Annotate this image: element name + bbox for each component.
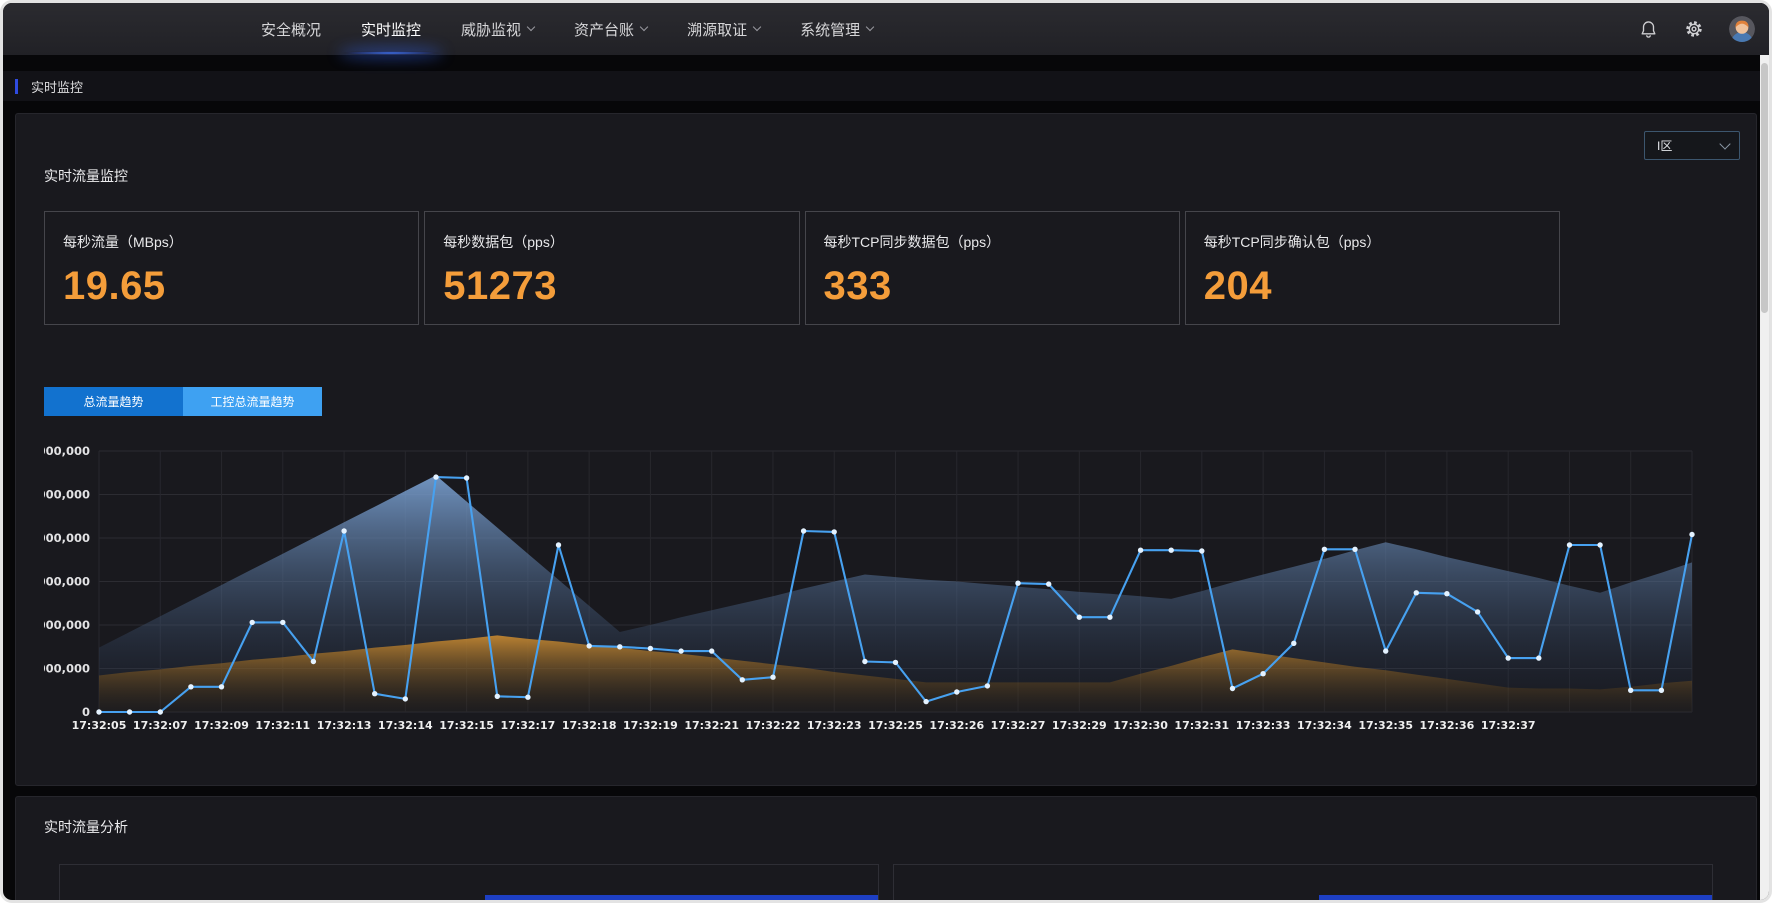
- svg-text:17:32:26: 17:32:26: [929, 719, 984, 732]
- nav-item-3[interactable]: 资产台账: [574, 3, 647, 55]
- nav-item-label: 威胁监视: [461, 19, 521, 40]
- realtime-monitor-panel: I区 实时流量监控 每秒流量（MBps） 19.65 每秒数据包（pps） 51273…: [15, 113, 1757, 786]
- table-header: 协议名称总流量平均流量总数据包: [1319, 895, 1712, 903]
- chevron-down-icon: [753, 23, 761, 31]
- zone-select-value: I区: [1657, 137, 1672, 154]
- chevron-down-icon: [1719, 138, 1730, 149]
- breadcrumb: 实时监控: [31, 77, 83, 96]
- stat-card-value: 51273: [443, 264, 780, 309]
- svg-text:17:32:25: 17:32:25: [868, 719, 923, 732]
- nav-item-0[interactable]: 安全概况: [261, 3, 321, 55]
- realtime-analysis-panel: 实时流量分析 Top协议分布 协议名称总流量平均流量总数据包 Top工控协议分布 协议…: [15, 796, 1757, 903]
- stat-card-label: 每秒TCP同步数据包（pps）: [824, 232, 1161, 252]
- svg-text:17:32:30: 17:32:30: [1113, 719, 1168, 732]
- stat-card-label: 每秒数据包（pps）: [443, 232, 780, 252]
- stat-cards-row: 每秒流量（MBps） 19.65 每秒数据包（pps） 51273 每秒TCP同步数据包…: [44, 211, 1560, 325]
- svg-text:17:32:15: 17:32:15: [439, 719, 494, 732]
- subpanel-title: Top协议分布: [84, 898, 179, 903]
- stat-card-label: 每秒TCP同步确认包（pps）: [1204, 232, 1541, 252]
- svg-text:17:32:13: 17:32:13: [317, 719, 372, 732]
- stat-card-value: 204: [1204, 264, 1541, 309]
- app-window: 安全概况实时监控威胁监视资产台账溯源取证系统管理: [0, 0, 1772, 903]
- nav-item-label: 资产台账: [574, 19, 634, 40]
- svg-text:17:32:17: 17:32:17: [501, 719, 556, 732]
- nav-item-label: 系统管理: [800, 19, 860, 40]
- chevron-down-icon: [527, 23, 535, 31]
- section-title-traffic-analysis: 实时流量分析: [44, 817, 1728, 837]
- stat-card-1: 每秒数据包（pps） 51273: [424, 211, 799, 325]
- zone-select-dropdown[interactable]: I区: [1644, 131, 1740, 160]
- stat-card-value: 333: [824, 264, 1161, 309]
- svg-text:17:32:36: 17:32:36: [1420, 719, 1475, 732]
- breadcrumb-accent: [15, 79, 18, 94]
- svg-text:17:32:29: 17:32:29: [1052, 719, 1107, 732]
- svg-text:10,000,000: 10,000,000: [44, 618, 90, 632]
- stat-card-value: 19.65: [63, 264, 400, 309]
- nav-item-4[interactable]: 溯源取证: [687, 3, 760, 55]
- analysis-subpanel-0: Top协议分布 协议名称总流量平均流量总数据包: [59, 864, 879, 903]
- stat-card-2: 每秒TCP同步数据包（pps） 333: [805, 211, 1180, 325]
- user-avatar[interactable]: [1729, 16, 1755, 42]
- svg-text:30,000,000: 30,000,000: [44, 444, 90, 458]
- stat-card-0: 每秒流量（MBps） 19.65: [44, 211, 419, 325]
- nav-item-1[interactable]: 实时监控: [361, 3, 421, 55]
- table-header: 协议名称总流量平均流量总数据包: [485, 895, 878, 903]
- settings-button[interactable]: [1683, 18, 1705, 40]
- gear-icon: [1684, 19, 1704, 39]
- svg-text:17:32:11: 17:32:11: [255, 719, 310, 732]
- top-navbar: 安全概况 实时监控 威胁监视 资产台账 溯源取证 系统管理: [3, 3, 1769, 55]
- avatar-image: [1729, 16, 1755, 42]
- nav-item-2[interactable]: 威胁监视: [461, 3, 534, 55]
- svg-text:5,000,000: 5,000,000: [44, 662, 90, 676]
- line-chart: 0 5,000,000 10,000,000 15,000,000 20,000,000…: [44, 428, 1744, 740]
- svg-text:17:32:34: 17:32:34: [1297, 719, 1352, 732]
- chevron-down-icon: [640, 23, 648, 31]
- svg-text:17:32:18: 17:32:18: [562, 719, 617, 732]
- svg-text:17:32:37: 17:32:37: [1481, 719, 1536, 732]
- svg-text:17:32:21: 17:32:21: [684, 719, 739, 732]
- nav-item-label: 溯源取证: [687, 19, 747, 40]
- traffic-trend-chart: 0 5,000,000 10,000,000 15,000,000 20,000,000…: [44, 428, 1728, 745]
- svg-text:20,000,000: 20,000,000: [44, 531, 90, 545]
- main-nav: 安全概况 实时监控 威胁监视 资产台账 溯源取证 系统管理: [261, 3, 913, 55]
- subpanel-title: Top工控协议分布: [918, 898, 1047, 903]
- stat-card-label: 每秒流量（MBps）: [63, 232, 400, 252]
- breadcrumb-bar: 实时监控: [3, 71, 1769, 101]
- svg-text:15,000,000: 15,000,000: [44, 575, 90, 589]
- section-title-traffic-monitor: 实时流量监控: [44, 166, 1728, 186]
- svg-text:17:32:22: 17:32:22: [746, 719, 801, 732]
- trend-tabs: 总流量趋势工控总流量趋势: [44, 387, 1728, 416]
- bell-icon: [1639, 19, 1658, 40]
- svg-text:17:32:09: 17:32:09: [194, 719, 249, 732]
- svg-text:17:32:23: 17:32:23: [807, 719, 862, 732]
- nav-item-5[interactable]: 系统管理: [800, 3, 873, 55]
- nav-item-label: 实时监控: [361, 19, 421, 40]
- svg-text:17:32:33: 17:32:33: [1236, 719, 1291, 732]
- analysis-subpanel-1: Top工控协议分布 协议名称总流量平均流量总数据包: [893, 864, 1713, 903]
- svg-text:25,000,000: 25,000,000: [44, 488, 90, 502]
- notification-bell-button[interactable]: [1637, 18, 1659, 40]
- svg-text:17:32:35: 17:32:35: [1358, 719, 1413, 732]
- stat-card-3: 每秒TCP同步确认包（pps） 204: [1185, 211, 1560, 325]
- svg-text:17:32:19: 17:32:19: [623, 719, 678, 732]
- tab-1[interactable]: 工控总流量趋势: [183, 387, 322, 416]
- svg-text:17:32:31: 17:32:31: [1174, 719, 1229, 732]
- svg-text:0: 0: [82, 705, 90, 719]
- svg-text:17:32:07: 17:32:07: [133, 719, 188, 732]
- chevron-down-icon: [866, 23, 874, 31]
- svg-text:17:32:27: 17:32:27: [991, 719, 1046, 732]
- vertical-scrollbar[interactable]: [1760, 55, 1769, 903]
- navbar-actions: [1637, 3, 1755, 55]
- svg-text:17:32:05: 17:32:05: [72, 719, 127, 732]
- tab-0[interactable]: 总流量趋势: [44, 387, 183, 416]
- svg-text:17:32:14: 17:32:14: [378, 719, 433, 732]
- scrollbar-thumb[interactable]: [1761, 63, 1768, 313]
- active-tab-glow: [343, 51, 439, 55]
- analysis-tables-row: Top协议分布 协议名称总流量平均流量总数据包 Top工控协议分布 协议名称总流量平均…: [59, 864, 1713, 903]
- nav-item-label: 安全概况: [261, 19, 321, 40]
